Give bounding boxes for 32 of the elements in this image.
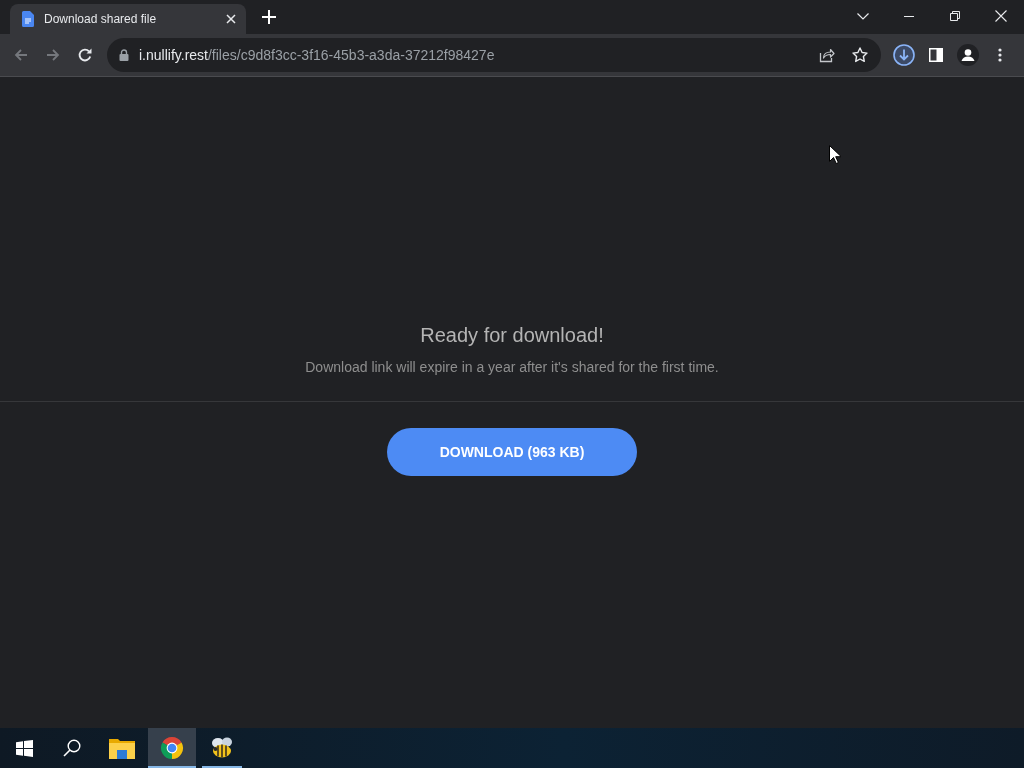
taskbar-app-button[interactable] — [148, 728, 196, 768]
page-heading: Ready for download! — [420, 323, 604, 348]
reload-icon — [77, 47, 93, 63]
plus-icon — [262, 10, 276, 24]
minimize-icon — [904, 15, 914, 17]
more-vertical-icon — [998, 48, 1002, 62]
tab-title: Download shared file — [44, 12, 158, 26]
chevron-down-icon — [857, 12, 869, 20]
windows-logo-icon — [15, 739, 33, 757]
profile-button[interactable] — [954, 41, 982, 69]
search-icon — [63, 739, 81, 757]
forward-arrow-icon — [45, 47, 61, 63]
close-icon — [995, 10, 1007, 22]
bee-icon — [210, 737, 234, 759]
close-icon — [226, 14, 236, 24]
star-icon — [852, 47, 868, 63]
lock-icon — [119, 49, 129, 61]
share-icon — [819, 47, 835, 63]
mouse-pointer-icon — [829, 145, 841, 164]
page-subtitle: Download link will expire in a year after it's shared for the first time. — [305, 358, 719, 377]
url-text: i.nullify.rest/files/c9d8f3cc-3f16-45b3-a3da-37212f98427e — [139, 47, 496, 63]
download-icon — [893, 44, 915, 66]
side-panel-icon — [929, 48, 943, 62]
restore-icon — [950, 11, 960, 21]
back-arrow-icon — [13, 47, 29, 63]
downloads-button[interactable] — [890, 41, 918, 69]
profile-avatar-icon — [957, 44, 979, 66]
folder-icon — [109, 737, 135, 759]
address-bar[interactable]: i.nullify.rest/files/c9d8f3cc-3f16-45b3-a3da-37212f98427e — [107, 38, 881, 72]
browser-logo-icon — [160, 736, 184, 760]
document-icon — [22, 11, 34, 27]
browser-tab[interactable]: Download shared file — [10, 4, 246, 34]
